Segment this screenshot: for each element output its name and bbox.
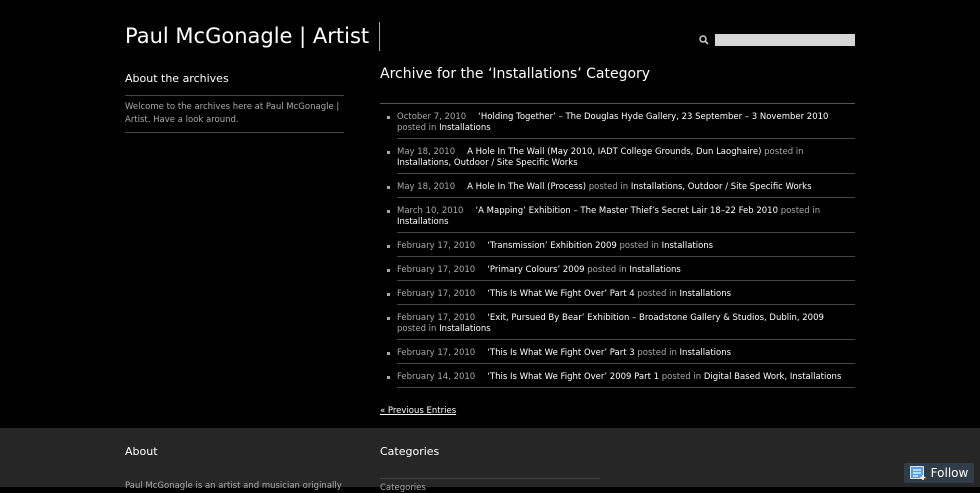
entry-category-link[interactable]: Installations [629,265,681,275]
footer-about-heading: About [125,445,158,458]
list-bullet [387,293,390,296]
entry-title-link[interactable]: ‘This Is What We Fight Over’ Part 3 [487,348,634,358]
entry-category-link[interactable]: Installations [662,241,714,251]
entry-category-link[interactable]: Installations [680,348,732,358]
follow-button[interactable]: Follow [904,463,974,483]
entry-title-link[interactable]: ‘This Is What We Fight Over’ Part 4 [487,289,634,299]
archive-entry: October 7, 2010 ‘Holding Together’ – The … [387,104,855,139]
archive-entry: February 17, 2010 ‘Transmission’ Exhibiti… [387,233,855,257]
footer: About Paul McGonagle is an artist and mu… [0,428,980,493]
sidebar-heading: About the archives [125,72,229,85]
entry-title-link[interactable]: ‘Holding Together’ – The Douglas Hyde Ga… [478,112,828,122]
entry-category-link[interactable]: Installations [439,123,491,133]
sidebar-text: Welcome to the archives here at Paul McG… [125,102,340,125]
entry-category-link[interactable]: Installations [439,324,491,334]
follow-icon [909,466,926,480]
search-input[interactable] [715,34,855,46]
main-content: Archive for the ‘Installations’ Category… [380,66,855,417]
list-bullet [387,151,390,154]
list-bullet [387,376,390,379]
entry-posted-in: posted in [588,182,629,192]
entry-category-link[interactable]: Installations [397,217,449,227]
entry-date: February 17, 2010 [397,241,476,251]
entry-posted-in: posted in [637,348,677,358]
list-bullet [387,186,390,189]
entry-title-link[interactable]: A Hole In The Wall (May 2010, IADT Colle… [467,147,761,157]
entry-posted-in: posted in [619,241,659,251]
list-bullet [387,210,390,213]
entry-date: October 7, 2010 [397,112,467,122]
entry-category-link[interactable]: Digital Based Work, Installations [704,372,842,382]
entry-title-link[interactable]: ‘Transmission’ Exhibition 2009 [487,241,617,251]
follow-label: Follow [930,466,969,480]
archive-entry: February 17, 2010 ‘This Is What We Fight … [387,340,855,364]
list-bullet [387,269,390,272]
entry-posted-in: posted in [780,206,821,216]
search-icon[interactable] [698,34,710,46]
list-bullet [387,317,390,320]
entry-posted-in: posted in [637,289,677,299]
entry-title-link[interactable]: ‘Exit, Pursued By Bear’ Exhibition – Bro… [487,313,824,323]
site-title[interactable]: Paul McGonagle | Artist [125,22,381,51]
entry-category-link[interactable]: Installations [680,289,732,299]
page-title: Archive for the ‘Installations’ Category [380,66,651,82]
entry-date: February 17, 2010 [397,313,476,323]
entry-posted-in: posted in [587,265,627,275]
entry-date: February 17, 2010 [397,348,476,358]
footer-categories: Categories Categories [380,445,600,493]
categories-select[interactable]: Categories [380,483,600,493]
entry-title-link[interactable]: ‘Primary Colours’ 2009 [487,265,584,275]
entry-category-link[interactable]: Installations, Outdoor / Site Specific W… [631,182,812,192]
entry-title-link[interactable]: ‘This Is What We Fight Over’ 2009 Part 1 [487,372,659,382]
entry-date: May 18, 2010 [397,147,456,157]
sidebar-divider [125,95,344,96]
entry-date: February 14, 2010 [397,372,476,382]
entry-title-link[interactable]: ‘A Mapping’ Exhibition – The Master Thie… [475,206,778,216]
entry-posted-in: posted in [397,123,437,133]
archive-entry: February 14, 2010 ‘This Is What We Fight … [387,364,855,388]
sidebar-divider [125,132,344,133]
list-bullet [387,245,390,248]
entry-date: February 17, 2010 [397,265,476,275]
list-bullet [387,116,390,119]
archive-entry: February 17, 2010 ‘Exit, Pursued By Bear’… [387,305,855,340]
entry-date: May 18, 2010 [397,182,456,192]
archive-entry: February 17, 2010 ‘Primary Colours’ 2009 … [387,257,855,281]
entry-title-link[interactable]: A Hole In The Wall (Process) [467,182,586,192]
footer-categories-heading: Categories [380,445,440,458]
archive-entry: February 17, 2010 ‘This Is What We Fight … [387,281,855,305]
entry-category-link[interactable]: Installations, Outdoor / Site Specific W… [397,158,578,168]
footer-about-text: Paul McGonagle is an artist and musician… [125,481,342,491]
footer-about: About Paul McGonagle is an artist and mu… [125,445,342,491]
list-bullet [387,352,390,355]
sidebar: About the archives Welcome to the archiv… [125,72,344,133]
entry-posted-in: posted in [661,372,702,382]
footer-categories-divider [380,478,600,479]
entry-posted-in: posted in [397,324,437,334]
archive-entry: March 10, 2010 ‘A Mapping’ Exhibition – T… [387,198,855,233]
entry-posted-in: posted in [764,147,804,157]
archive-entry: May 18, 2010 A Hole In The Wall (May 2010… [387,139,855,174]
archive-entry: May 18, 2010 A Hole In The Wall (Process)… [387,174,855,198]
archive-list: October 7, 2010 ‘Holding Together’ – The … [380,104,855,388]
entry-date: February 17, 2010 [397,289,476,299]
entry-date: March 10, 2010 [397,206,464,216]
previous-entries-link[interactable]: « Previous Entries [380,406,456,416]
